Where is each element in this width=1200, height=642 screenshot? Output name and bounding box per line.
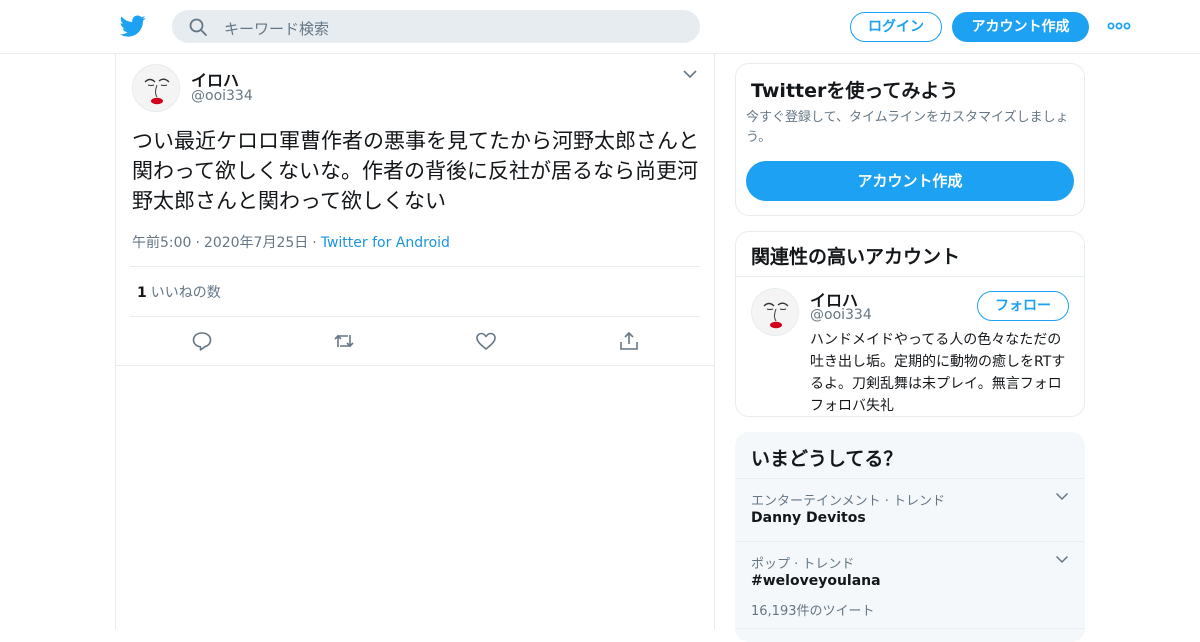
tweet-meta: 午前5:00 · 2020年7月25日 · Twitter for Android <box>132 232 450 252</box>
signup-card: Twitterを使ってみよう 今すぐ登録して、タイムラインをカスタマイズしましょ… <box>735 63 1085 216</box>
related-accounts-card: 関連性の高いアカウント イロハ @ooi334 フォロー ハンドメイドやってる人… <box>735 231 1085 417</box>
author-handle[interactable]: @ooi334 <box>191 88 253 104</box>
meta-separator: · <box>312 235 317 251</box>
search-bar[interactable]: キーワード検索 <box>172 10 700 43</box>
like-count-number: 1 <box>137 285 147 301</box>
divider <box>736 628 1084 629</box>
like-count-label: いいねの数 <box>150 285 221 301</box>
chevron-down-icon[interactable] <box>1055 492 1069 501</box>
avatar-face-icon <box>763 302 789 329</box>
signup-card-title: Twitterを使ってみよう <box>751 80 959 102</box>
like-count[interactable]: 1 いいねの数 <box>137 282 221 302</box>
divider <box>736 541 1084 542</box>
tweet-time[interactable]: 午前5:00 <box>132 235 191 251</box>
divider <box>736 276 1084 277</box>
trend-name[interactable]: Danny Devitos <box>751 510 866 526</box>
chevron-down-icon[interactable] <box>682 69 698 79</box>
tweet-date[interactable]: 2020年7月25日 <box>204 235 308 251</box>
signup-card-description: 今すぐ登録して、タイムラインをカスタマイズしましょう。 <box>746 110 1069 145</box>
trends-card: いまどうしてる？ エンターテインメント · トレンド Danny Devitos… <box>735 432 1085 642</box>
tweet: イロハ @ooi334 つい最近ケロロ軍曹作者の悪事を見てたから河野太郎さんと関… <box>116 54 714 366</box>
signup-button[interactable]: アカウント作成 <box>952 12 1089 42</box>
trends-title: いまどうしてる？ <box>751 448 903 470</box>
related-account-bio: ハンドメイドやってる人の色々なただの吐き出し垢。定期的に動物の癒しをRTするよ。… <box>810 332 1066 414</box>
related-account-avatar[interactable] <box>751 288 799 336</box>
top-bar: キーワード検索 ログイン アカウント作成 <box>0 0 1200 54</box>
divider <box>736 478 1084 479</box>
share-icon[interactable] <box>618 330 640 352</box>
trend-name[interactable]: #weloveyoulana <box>751 573 881 589</box>
tweet-text: つい最近ケロロ軍曹作者の悪事を見てたから河野太郎さんと関わって欲しくないな。作者… <box>132 129 699 213</box>
more-dots-icon[interactable] <box>1107 20 1131 32</box>
retweet-icon[interactable] <box>333 330 355 352</box>
tweet-source-link[interactable]: Twitter for Android <box>321 235 450 251</box>
trend-tweet-count: 16,193件のツイート <box>751 604 875 619</box>
signup-card-button[interactable]: アカウント作成 <box>746 161 1074 201</box>
trend-category: エンターテインメント · トレンド <box>751 494 946 509</box>
like-icon[interactable] <box>475 330 497 352</box>
divider <box>130 266 700 267</box>
main-column: イロハ @ooi334 つい最近ケロロ軍曹作者の悪事を見てたから河野太郎さんと関… <box>115 54 715 630</box>
chevron-down-icon[interactable] <box>1055 555 1069 564</box>
trend-item[interactable]: ポップ · トレンド #weloveyoulana 16,193件のツイート <box>736 553 1084 623</box>
trend-item[interactable]: エンターテインメント · トレンド Danny Devitos <box>736 490 1084 540</box>
search-icon <box>189 18 207 36</box>
follow-button[interactable]: フォロー <box>977 291 1069 321</box>
avatar-face-icon <box>144 78 170 105</box>
meta-separator: · <box>195 235 200 251</box>
divider <box>130 316 700 317</box>
related-account-handle[interactable]: @ooi334 <box>810 307 872 323</box>
trend-category: ポップ · トレンド <box>751 557 855 572</box>
related-accounts-title: 関連性の高いアカウント <box>751 246 961 268</box>
author-avatar[interactable] <box>132 64 180 112</box>
reply-icon[interactable] <box>191 330 213 352</box>
search-input[interactable]: キーワード検索 <box>224 18 329 39</box>
login-button[interactable]: ログイン <box>850 12 942 42</box>
twitter-bird-icon[interactable] <box>120 13 146 39</box>
